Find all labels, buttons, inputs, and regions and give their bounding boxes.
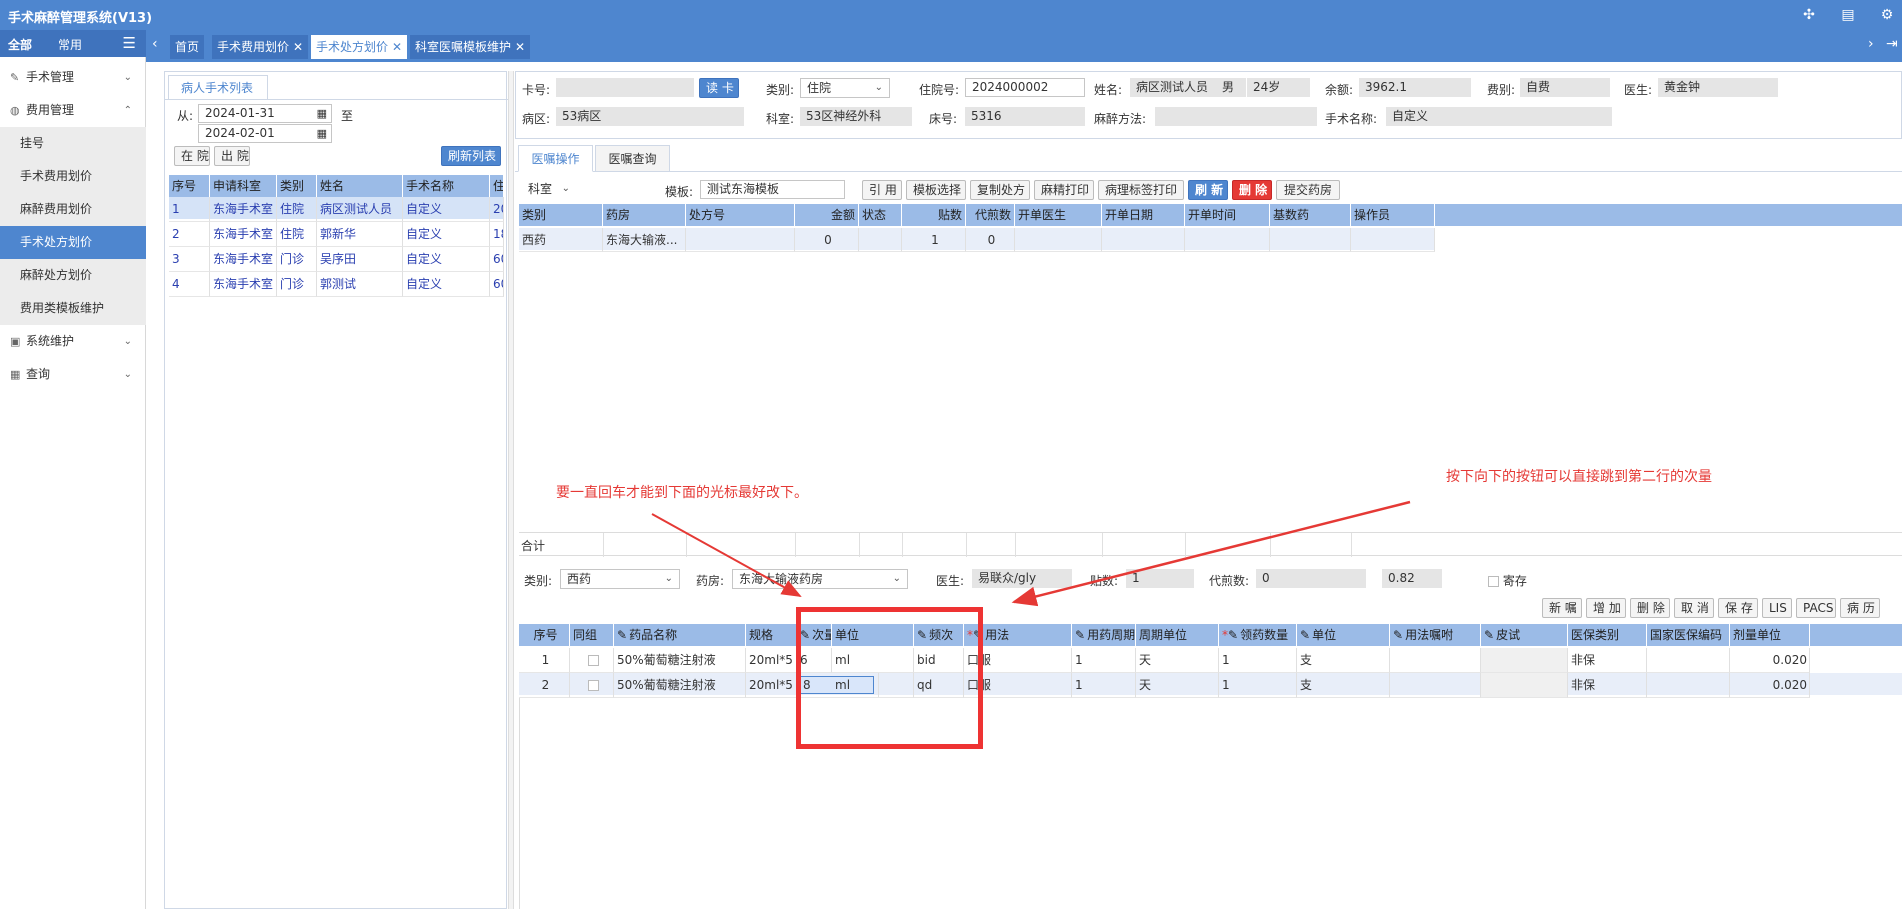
arrow-right (1011, 500, 1411, 607)
arrow-left (651, 513, 802, 597)
annotation-arrows (651, 500, 1411, 607)
